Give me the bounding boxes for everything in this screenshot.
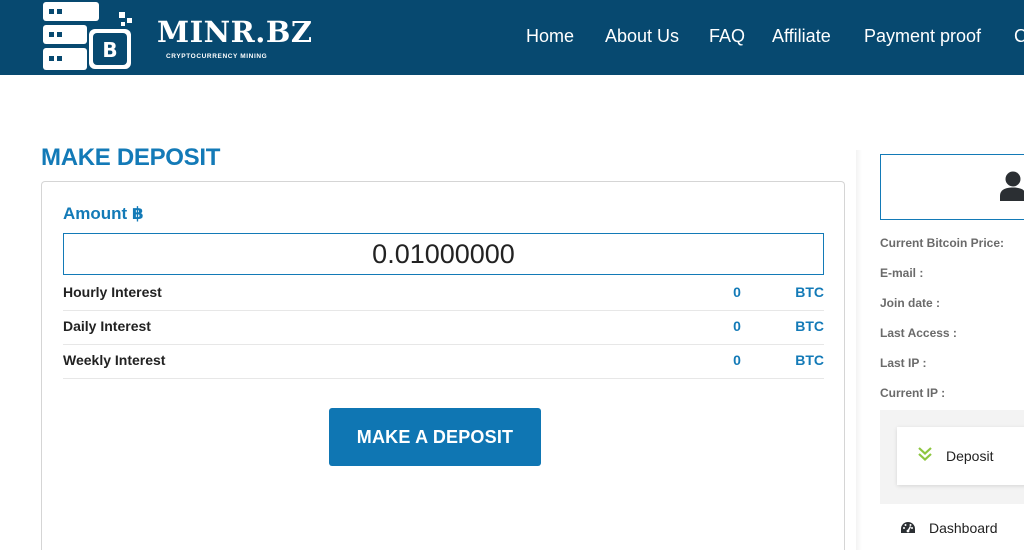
logo-text: MINR.BZ bbox=[157, 15, 313, 49]
interest-label: Hourly Interest bbox=[63, 284, 162, 300]
nav-about-us[interactable]: About Us bbox=[605, 24, 679, 48]
interest-label: Daily Interest bbox=[63, 318, 151, 334]
user-icon bbox=[1000, 171, 1024, 201]
menu-item-dashboard[interactable]: Dashboard bbox=[900, 518, 1024, 540]
last-access-label: Last Access : bbox=[880, 326, 957, 340]
last-ip-label: Last IP : bbox=[880, 356, 927, 370]
interest-value: 0 bbox=[733, 284, 741, 300]
interest-unit: BTC bbox=[795, 318, 824, 334]
join-date-label: Join date : bbox=[880, 296, 941, 310]
menu-item-label: Dashboard bbox=[929, 520, 998, 536]
nav-contact-truncated[interactable]: C bbox=[1014, 24, 1024, 48]
nav-payment-proof[interactable]: Payment proof bbox=[864, 24, 981, 48]
account-menu: Deposit bbox=[880, 410, 1024, 504]
interest-unit: BTC bbox=[795, 352, 824, 368]
nav-faq[interactable]: FAQ bbox=[709, 24, 745, 48]
interest-label: Weekly Interest bbox=[63, 352, 166, 368]
server-bitcoin-icon: B bbox=[43, 2, 132, 70]
page-title: MAKE DEPOSIT bbox=[41, 144, 221, 171]
profile-box bbox=[880, 154, 1024, 220]
make-deposit-button[interactable]: MAKE A DEPOSIT bbox=[329, 408, 541, 466]
logo[interactable]: B MINR.BZ CRYPTOCURRENCY MINING bbox=[40, 0, 312, 75]
menu-item-label: Deposit bbox=[946, 448, 994, 464]
nav-home[interactable]: Home bbox=[526, 24, 574, 48]
interest-row-hourly: Hourly Interest 0 BTC bbox=[63, 277, 824, 311]
interest-row-weekly: Weekly Interest 0 BTC bbox=[63, 345, 824, 379]
interest-row-daily: Daily Interest 0 BTC bbox=[63, 311, 824, 345]
sidebar-divider bbox=[856, 150, 862, 550]
speedometer-icon bbox=[901, 522, 915, 533]
current-ip-label: Current IP : bbox=[880, 386, 946, 400]
deposit-card: Amount ฿ Hourly Interest 0 BTC Daily Int… bbox=[41, 181, 845, 550]
logo-subtext: CRYPTOCURRENCY MINING bbox=[166, 53, 268, 60]
interest-value: 0 bbox=[733, 318, 741, 334]
current-bitcoin-price-label: Current Bitcoin Price: bbox=[880, 236, 1005, 250]
logo-badge: B bbox=[102, 38, 117, 62]
double-chevron-down-icon bbox=[918, 447, 932, 461]
email-label: E-mail : bbox=[880, 266, 924, 280]
interest-value: 0 bbox=[733, 352, 741, 368]
menu-item-deposit[interactable]: Deposit bbox=[897, 427, 1024, 485]
nav-affiliate[interactable]: Affiliate bbox=[772, 24, 831, 48]
amount-input[interactable] bbox=[63, 233, 824, 275]
amount-label: Amount ฿ bbox=[63, 204, 144, 223]
site-header: B MINR.BZ CRYPTOCURRENCY MINING Home Abo… bbox=[0, 0, 1024, 75]
interest-unit: BTC bbox=[795, 284, 824, 300]
